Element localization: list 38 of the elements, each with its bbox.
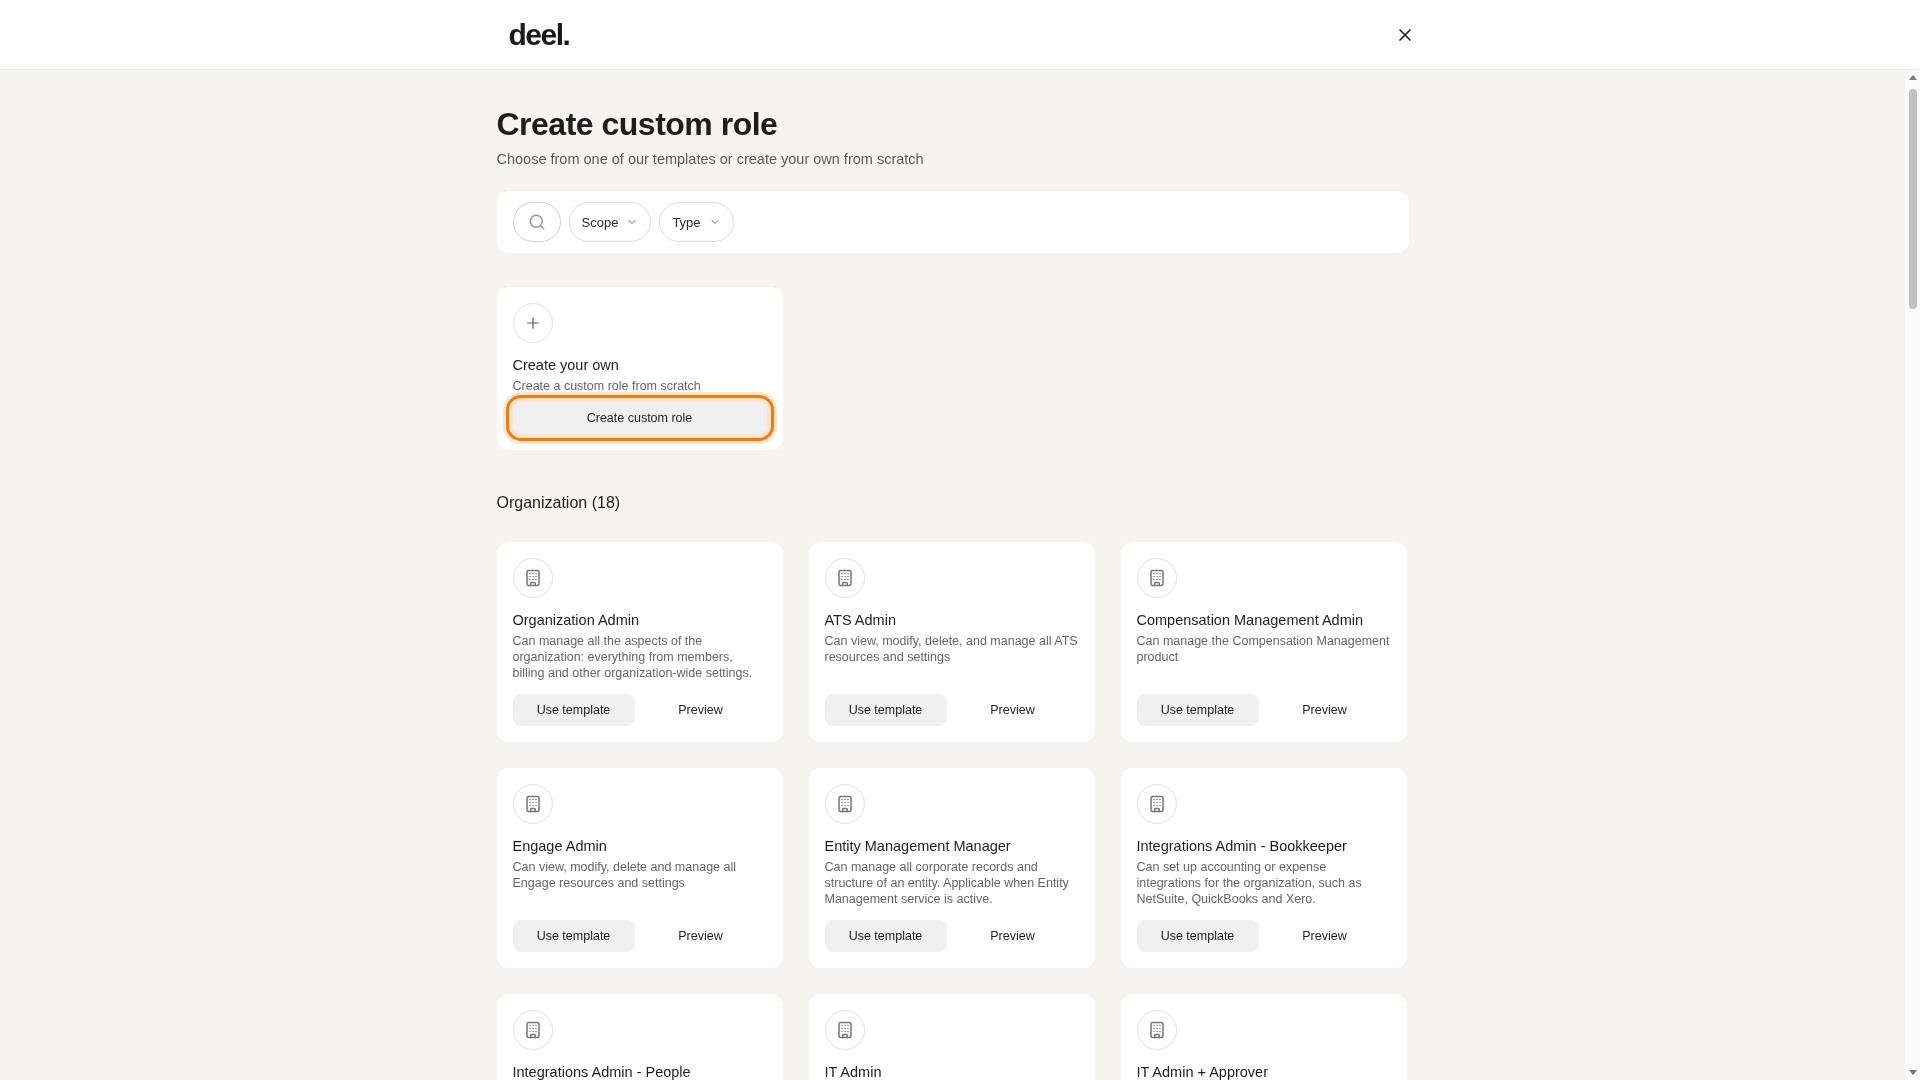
card-description: Can view, modify, delete, and manage all ATS resources and settings: [824, 633, 1079, 665]
card-description: Can manage all the aspects of the organization: everything from members, billing and other organization-wide settings.: [512, 633, 754, 681]
card-title: Integrations Admin - People: [512, 1064, 692, 1080]
card-title: Engage Admin: [512, 838, 608, 854]
use-template-button[interactable]: Use template: [512, 694, 635, 726]
preview-button[interactable]: Preview: [634, 694, 767, 726]
logo[interactable]: deel.: [508, 17, 570, 52]
filter-dropdown[interactable]: Type: [659, 202, 734, 242]
card-title: IT Admin: [824, 1064, 883, 1080]
card-description: Can manage the Compensation Management product: [1136, 633, 1391, 665]
preview-button[interactable]: Preview: [1258, 694, 1391, 726]
preview-button[interactable]: Preview: [634, 920, 767, 952]
card-description: Create a custom role from scratch: [512, 378, 702, 394]
card-title: Compensation Management Admin: [1136, 612, 1364, 628]
use-template-button[interactable]: Use template: [1136, 920, 1259, 952]
preview-button[interactable]: Preview: [946, 920, 1079, 952]
preview-button[interactable]: Preview: [946, 694, 1079, 726]
card-description: Can manage all corporate records and structure of an entity. Applicable when Entity Management service is active.: [824, 859, 1070, 907]
card-title: ATS Admin: [824, 612, 897, 628]
use-template-button[interactable]: Use template: [824, 920, 947, 952]
card-title: Create your own: [512, 357, 620, 373]
filter-dropdown[interactable]: Scope: [568, 202, 652, 242]
search-icon: [527, 213, 546, 231]
card-title: Entity Management Manager: [824, 838, 1012, 854]
use-template-button[interactable]: Use template: [824, 694, 947, 726]
card-title: Integrations Admin - Bookkeeper: [1136, 838, 1348, 854]
use-template-button[interactable]: Use template: [512, 920, 635, 952]
search-button[interactable]: [512, 202, 561, 242]
preview-button[interactable]: Preview: [1258, 920, 1391, 952]
page-subtitle: Choose from one of our templates or create your own from scratch: [496, 151, 925, 167]
card-title: IT Admin + Approver: [1136, 1064, 1269, 1080]
scrollbar[interactable]: [1905, 70, 1920, 1080]
card-description: Can set up accounting or expense integrations for the organization, such as NetSuite, QuickBooks and Xero.: [1136, 859, 1363, 907]
card-description: Can view, modify, delete and manage all Engage resources and settings: [512, 859, 737, 891]
page-title: Create custom role: [496, 106, 779, 143]
use-template-button[interactable]: Use template: [1136, 694, 1259, 726]
card-title: Organization Admin: [512, 612, 641, 628]
section-title: Organization (18): [496, 494, 622, 512]
